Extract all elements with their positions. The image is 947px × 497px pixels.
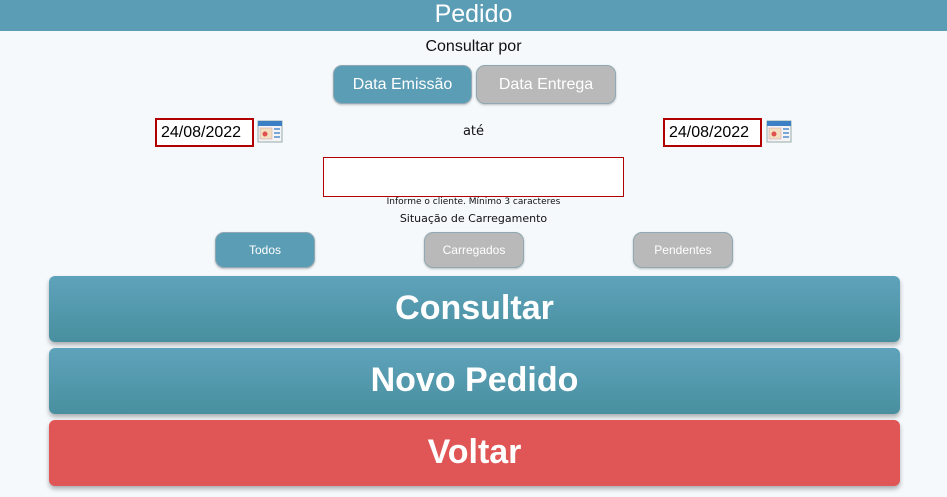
client-input[interactable] xyxy=(323,157,624,197)
end-date-input[interactable]: 24/08/2022 xyxy=(663,118,762,147)
filter-carregados-button[interactable]: Carregados xyxy=(424,232,524,268)
filter-pendentes-button[interactable]: Pendentes xyxy=(633,232,733,268)
situacao-label: Situação de Carregamento xyxy=(399,212,548,225)
calendar-icon[interactable] xyxy=(766,119,792,143)
page-title: Pedido xyxy=(434,0,513,28)
filter-todos-button[interactable]: Todos xyxy=(215,232,315,268)
date-separator: até xyxy=(462,124,485,139)
novo-pedido-button[interactable]: Novo Pedido xyxy=(49,348,900,414)
page-header: Pedido xyxy=(0,0,947,31)
client-hint: Informe o cliente. Mínimo 3 caracteres xyxy=(386,197,561,207)
data-emissao-button[interactable]: Data Emissão xyxy=(333,65,472,104)
consultar-por-label: Consultar por xyxy=(425,38,522,55)
data-entrega-button[interactable]: Data Entrega xyxy=(476,65,616,104)
consultar-button[interactable]: Consultar xyxy=(49,276,900,342)
voltar-button[interactable]: Voltar xyxy=(49,420,900,486)
